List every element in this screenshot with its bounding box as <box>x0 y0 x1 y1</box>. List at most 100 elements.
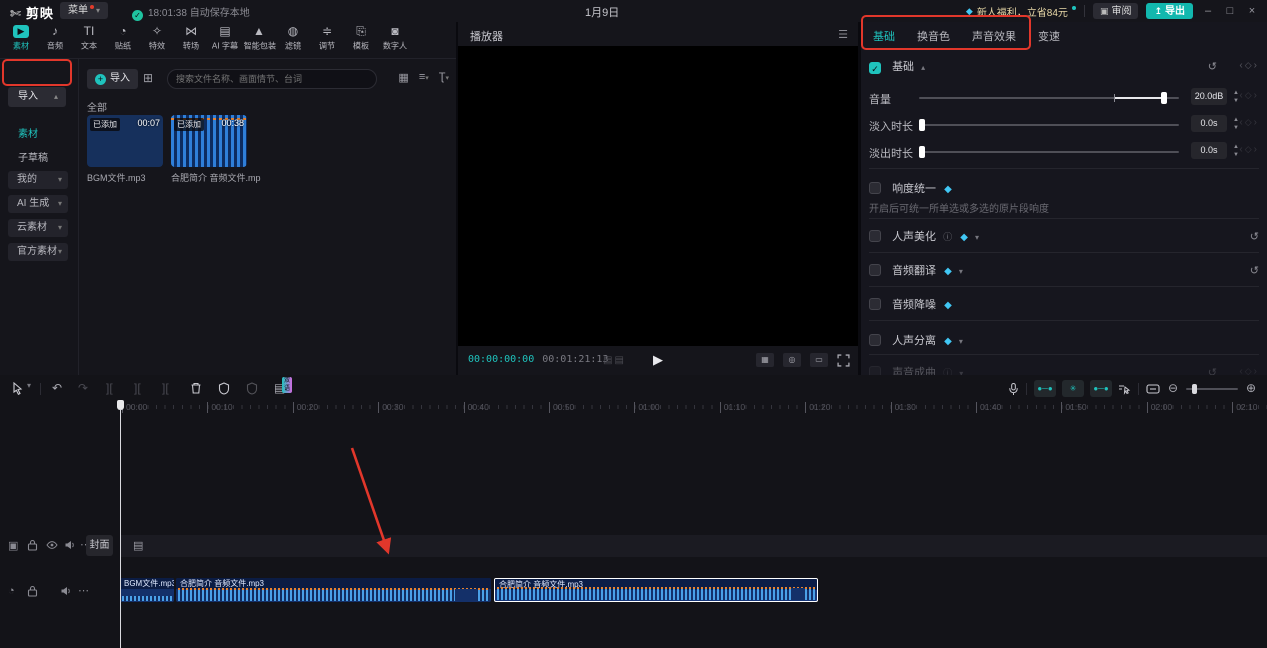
magnet-snap-toggle[interactable]: ●─● <box>1034 380 1056 397</box>
ribbon-tab-transitions[interactable]: ⋈转场 <box>174 24 208 56</box>
sidebar-item-cloud-assets[interactable]: 云素材▾ <box>8 219 68 237</box>
fullscreen-icon[interactable] <box>837 354 850 367</box>
lock-icon[interactable] <box>27 539 38 551</box>
fade-in-slider-handle[interactable] <box>919 119 925 131</box>
vip-promo[interactable]: ◆新人福利，立省84元 <box>966 4 1076 19</box>
player-viewport[interactable] <box>458 46 858 346</box>
timeline-zoom-slider[interactable] <box>1186 388 1238 390</box>
zoom-in-icon[interactable]: ⊕ <box>1246 381 1256 395</box>
main-video-track[interactable]: ▤ <box>120 535 1267 557</box>
audio-clip-voiceover-2-selected[interactable]: 合肥简介 音频文件.mp3 <box>494 578 818 602</box>
chevron-down-icon[interactable]: ▾ <box>959 337 963 346</box>
import-media-button[interactable]: +导入 <box>87 69 138 89</box>
quality-icon[interactable]: ▦ <box>756 353 774 367</box>
main-track-icon[interactable]: ▣ <box>8 539 18 552</box>
ribbon-tab-smart-pack[interactable]: ▲智能包装 <box>242 24 276 56</box>
window-close-button[interactable]: × <box>1245 5 1259 17</box>
filter-icon[interactable]: Ʈ▾ <box>439 71 449 84</box>
screen-adapt-icon[interactable] <box>1146 381 1160 395</box>
timecode-options-icon[interactable]: ▤▤ <box>603 355 626 366</box>
loudness-unify-checkbox[interactable] <box>869 182 881 194</box>
grid-view-icon[interactable]: ▦ <box>398 71 408 84</box>
media-card-bgm[interactable]: 已添加 00:07 BGM文件.mp3 <box>87 115 177 184</box>
import-grid-icon[interactable]: ⊞ <box>143 71 153 85</box>
menu-button[interactable]: 菜单▾ <box>60 2 108 19</box>
chevron-down-icon[interactable]: ▾ <box>27 381 31 390</box>
preview-axis-toggle[interactable]: ●─● <box>1090 380 1112 397</box>
basic-section-checkbox[interactable]: ✓ <box>869 62 881 74</box>
delete-icon[interactable] <box>190 381 202 395</box>
keyframe-controls[interactable]: ‹◇› <box>1239 117 1259 128</box>
player-menu-icon[interactable]: ☰ <box>838 28 848 41</box>
sidebar-item-media[interactable]: 素材 <box>18 125 38 140</box>
mute-shield-icon[interactable] <box>246 381 258 395</box>
more-icon[interactable]: ⋯ <box>78 584 89 597</box>
select-tool-icon[interactable] <box>12 381 24 395</box>
sort-icon[interactable]: ≡▾ <box>419 71 429 84</box>
ribbon-tab-text[interactable]: TI文本 <box>72 24 106 56</box>
collapse-icon[interactable]: ▴ <box>921 63 925 72</box>
window-minimize-button[interactable]: – <box>1201 5 1215 17</box>
ribbon-tab-audio[interactable]: ♪音频 <box>38 24 72 56</box>
fade-out-slider[interactable] <box>919 151 1179 153</box>
reset-icon[interactable]: ↺ <box>1250 264 1259 277</box>
fade-out-value[interactable]: 0.0s <box>1191 142 1227 159</box>
tab-speed[interactable]: 变速 <box>1038 26 1060 50</box>
chevron-down-icon[interactable]: ▾ <box>959 267 963 276</box>
fade-in-value[interactable]: 0.0s <box>1191 115 1227 132</box>
zoom-out-icon[interactable]: ⊖ <box>1168 381 1178 395</box>
playhead[interactable] <box>117 400 124 648</box>
reset-icon[interactable]: ↺ <box>1208 60 1217 73</box>
keyframe-controls[interactable]: ‹◇› <box>1239 60 1259 71</box>
ribbon-tab-ai-captions[interactable]: ▤AI 字幕 <box>208 24 242 56</box>
vocal-separate-checkbox[interactable] <box>869 334 881 346</box>
lock-icon[interactable] <box>27 585 38 597</box>
audio-clip-voiceover-1[interactable]: 合肥简介 音频文件.mp3 <box>176 578 491 602</box>
volume-slider-handle[interactable] <box>1161 92 1167 104</box>
caption-recognition-icon[interactable]: ▤双语 <box>274 381 285 395</box>
speaker-icon[interactable] <box>60 585 72 597</box>
ratio-icon[interactable]: ▭ <box>810 353 828 367</box>
ribbon-tab-templates[interactable]: ⎘模板 <box>344 24 378 56</box>
redo-icon[interactable]: ↷ <box>78 381 88 395</box>
main-track-magnet-icon[interactable] <box>1118 381 1131 395</box>
sidebar-item-ai-generated[interactable]: AI 生成▾ <box>8 195 68 213</box>
undo-icon[interactable]: ↶ <box>52 381 62 395</box>
export-button[interactable]: ↥导出 <box>1146 3 1193 19</box>
chevron-down-icon[interactable]: ▾ <box>975 233 979 242</box>
ribbon-tab-digital-human[interactable]: ◙数字人 <box>378 24 412 56</box>
timeline-ruler[interactable]: 00:0000:1000:2000:3000:4000:5001:0001:10… <box>120 402 1267 414</box>
tab-sound-effects[interactable]: 声音效果 <box>972 26 1016 50</box>
sidebar-item-official-assets[interactable]: 官方素材▾ <box>8 243 68 261</box>
keyframe-controls[interactable]: ‹◇› <box>1239 144 1259 155</box>
reset-icon[interactable]: ↺ <box>1250 230 1259 243</box>
speaker-icon[interactable] <box>64 539 76 551</box>
sidebar-item-sub-draft[interactable]: 子草稿 <box>18 149 48 164</box>
sidebar-item-mine[interactable]: 我的▾ <box>8 171 68 189</box>
zoom-slider-handle[interactable] <box>1192 384 1197 394</box>
tab-voice-change[interactable]: 换音色 <box>917 26 950 50</box>
audio-denoise-checkbox[interactable] <box>869 298 881 310</box>
linkage-toggle[interactable]: ✳ <box>1062 380 1084 397</box>
ribbon-tab-filters[interactable]: ◍滤镜 <box>276 24 310 56</box>
vocal-beautify-checkbox[interactable] <box>869 230 881 242</box>
media-card-voiceover[interactable]: 已添加 00:38 合肥简介 音频文件.mp3 <box>171 115 261 184</box>
audio-translate-checkbox[interactable] <box>869 264 881 276</box>
tab-basic[interactable]: 基础 <box>873 26 895 50</box>
volume-slider[interactable] <box>919 97 1179 99</box>
split-left-icon[interactable]: ][ <box>106 381 113 395</box>
split-right-icon[interactable]: ][ <box>162 381 169 395</box>
fade-out-slider-handle[interactable] <box>919 146 925 158</box>
split-icon[interactable]: ][ <box>134 381 141 395</box>
keyframe-controls[interactable]: ‹◇› <box>1239 90 1259 101</box>
eye-icon[interactable] <box>46 539 58 551</box>
audio-track-icon[interactable]: ◔ <box>8 585 15 597</box>
volume-value[interactable]: 20.0dB <box>1191 88 1227 105</box>
record-mic-icon[interactable] <box>1008 381 1019 396</box>
search-input[interactable] <box>167 69 377 89</box>
review-button[interactable]: ▣审阅 <box>1093 3 1139 19</box>
cover-button[interactable]: 封面 <box>86 535 113 556</box>
sidebar-item-import[interactable]: 导入▴ <box>8 87 66 107</box>
focus-icon[interactable]: ◎ <box>783 353 801 367</box>
ribbon-tab-adjust[interactable]: ≑调节 <box>310 24 344 56</box>
